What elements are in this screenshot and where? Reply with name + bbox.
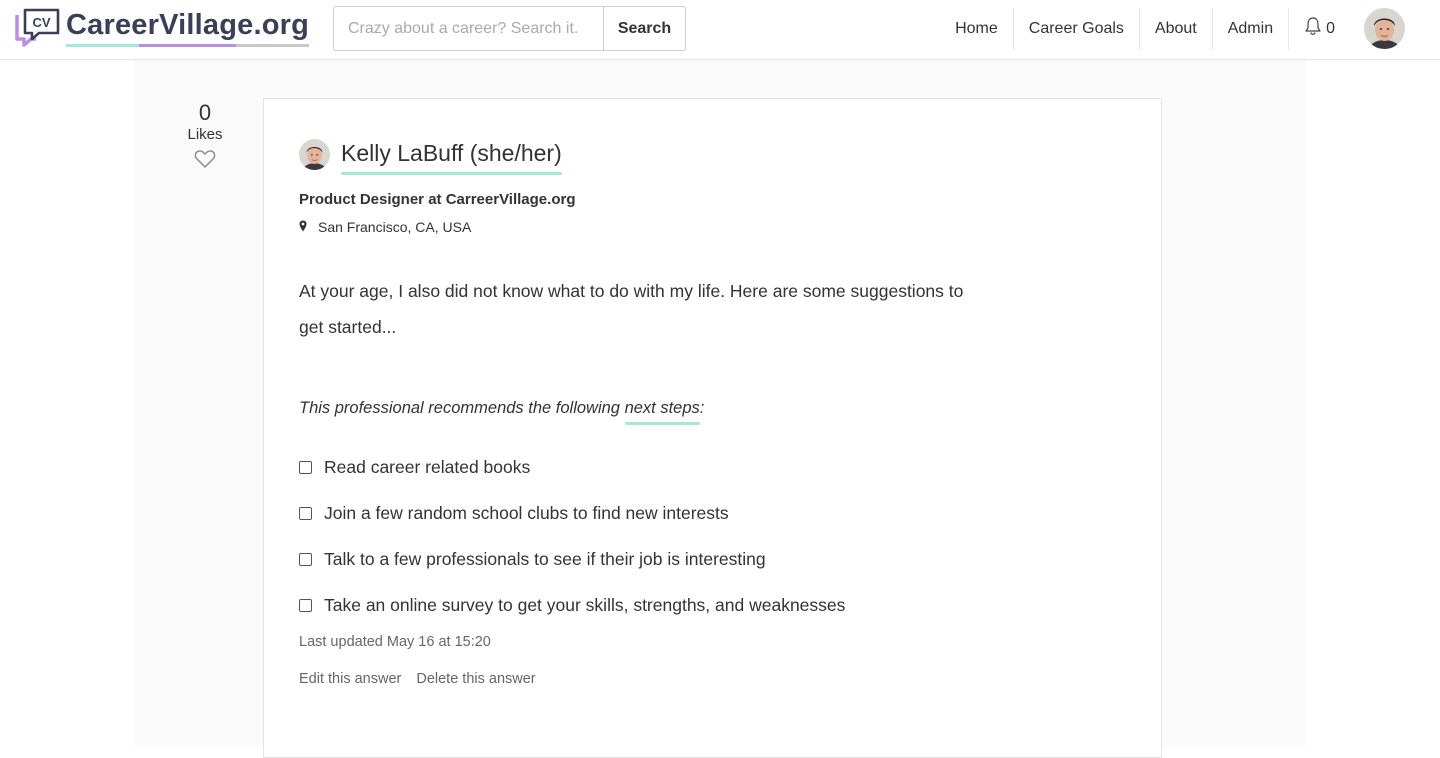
step-label: Read career related books (324, 456, 531, 477)
logo-mark-text: CV (32, 15, 50, 30)
step-checkbox[interactable] (299, 506, 312, 520)
answer-body-line: get started... (299, 317, 397, 337)
step-label: Take an online survey to get your skills… (324, 594, 846, 615)
search-button[interactable]: Search (603, 6, 686, 51)
answer-actions: Edit this answer Delete this answer (299, 671, 536, 687)
edit-answer-link[interactable]: Edit this answer (299, 671, 401, 687)
list-item: Take an online survey to get your skills… (299, 585, 845, 631)
step-checkbox[interactable] (299, 598, 312, 612)
author-avatar[interactable] (299, 139, 330, 170)
brand-underline (66, 44, 310, 47)
user-avatar[interactable] (1364, 8, 1405, 49)
likes-panel: 0 Likes (175, 100, 235, 174)
nav-admin[interactable]: Admin (1211, 7, 1288, 50)
answer-body: At your age, I also did not know what to… (299, 273, 999, 345)
search-input[interactable] (333, 6, 603, 51)
list-item: Read career related books (299, 447, 845, 493)
author-name-link[interactable]: Kelly LaBuff (she/her) (341, 140, 562, 175)
nav-career-goals[interactable]: Career Goals (1012, 7, 1139, 50)
nav-home[interactable]: Home (940, 8, 1013, 50)
step-label: Join a few random school clubs to find n… (324, 502, 729, 523)
author-role: Product Designer at CarreerVillage.org (299, 191, 576, 208)
likes-count: 0 (198, 100, 212, 125)
step-checkbox[interactable] (299, 552, 312, 566)
step-checkbox[interactable] (299, 460, 312, 474)
notification-count: 0 (1326, 19, 1335, 37)
top-header: CV CareerVillage.org Search Home Career … (0, 0, 1440, 60)
list-item: Talk to a few professionals to see if th… (299, 539, 845, 585)
list-item: Join a few random school clubs to find n… (299, 493, 845, 539)
brand-name: CareerVillage.org (66, 9, 310, 47)
author-header: Kelly LaBuff (she/her) (299, 139, 562, 175)
brand-name-label: CareerVillage.org (66, 9, 310, 41)
nav-about[interactable]: About (1138, 7, 1212, 50)
map-pin-icon (299, 219, 318, 235)
author-location: San Francisco, CA, USA (299, 219, 471, 235)
delete-answer-link[interactable]: Delete this answer (416, 671, 535, 687)
notifications-button[interactable]: 0 (1288, 7, 1350, 50)
search-bar: Search (333, 6, 686, 51)
answer-body-line: At your age, I also did not know what to… (299, 281, 964, 301)
next-steps-list: Read career related books Join a few ran… (299, 447, 845, 631)
main-nav: Home Career Goals About Admin 0 (940, 0, 1440, 57)
cv-logo-icon: CV (14, 7, 62, 47)
likes-label: Likes (187, 126, 223, 143)
answer-card: Kelly LaBuff (she/her) Product Designer … (263, 98, 1162, 758)
bell-icon (1304, 16, 1322, 41)
heart-icon[interactable] (194, 149, 216, 174)
recommendation-prefix: This professional recommends the followi… (299, 399, 625, 417)
next-steps-link[interactable]: next steps: (625, 399, 705, 417)
last-updated: Last updated May 16 at 15:20 (299, 634, 491, 650)
logo[interactable]: CV CareerVillage.org (14, 6, 310, 48)
recommendation-heading: This professional recommends the followi… (299, 399, 704, 418)
step-label: Talk to a few professionals to see if th… (324, 548, 766, 569)
author-location-text: San Francisco, CA, USA (318, 219, 472, 235)
